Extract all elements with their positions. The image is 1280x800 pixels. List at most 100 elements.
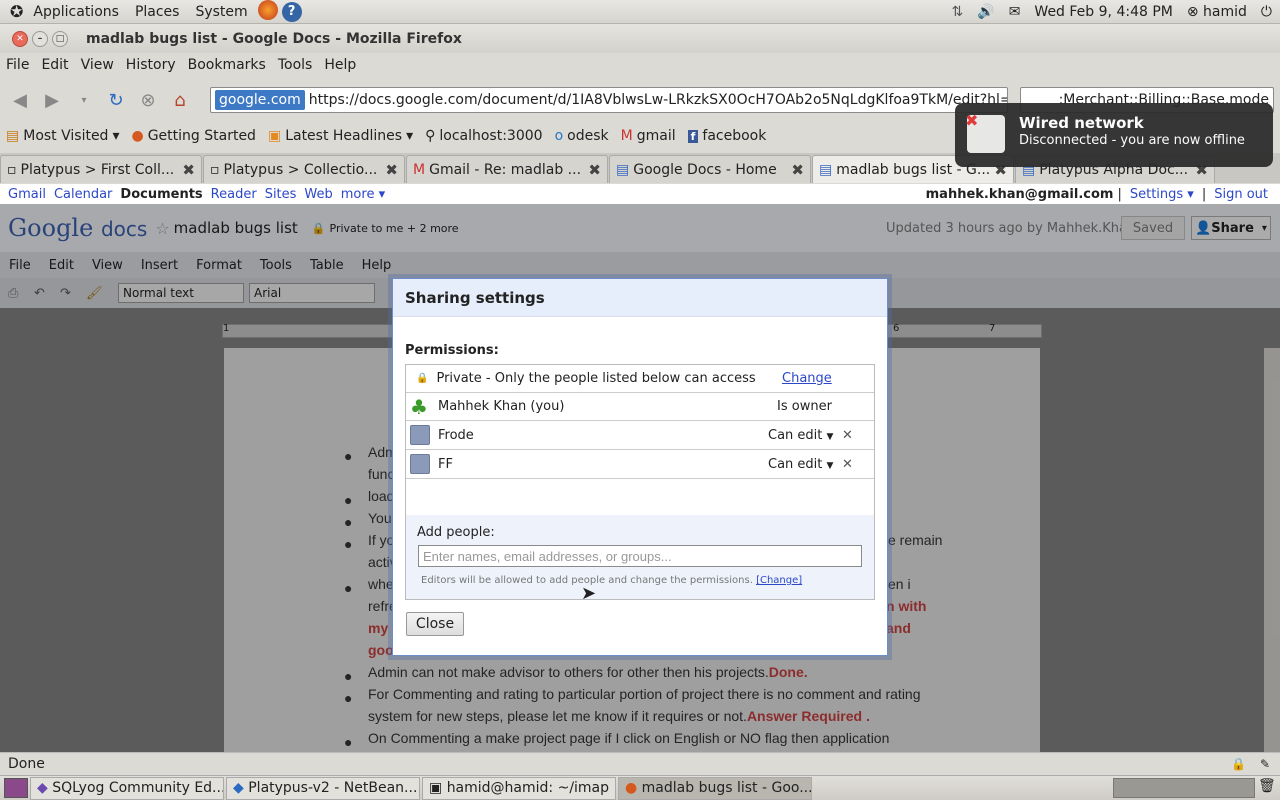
- gmail-icon: M: [413, 161, 426, 178]
- menu-file[interactable]: File: [0, 57, 35, 73]
- tab-close-icon[interactable]: ✖: [588, 161, 601, 179]
- remove-person-icon[interactable]: ✕: [842, 428, 853, 443]
- tab-close-icon[interactable]: ✖: [385, 161, 398, 179]
- gbar-calendar[interactable]: Calendar: [50, 187, 116, 202]
- lock-icon: 🔒: [416, 373, 429, 384]
- tab-label: Google Docs - Home: [633, 161, 777, 178]
- url-bar[interactable]: google.com https://docs.google.com/docum…: [210, 87, 1008, 113]
- reload-icon[interactable]: ↻: [104, 88, 128, 112]
- menu-history[interactable]: History: [120, 57, 182, 73]
- add-people-input[interactable]: Enter names, email addresses, or groups.…: [418, 545, 862, 567]
- remove-person-icon[interactable]: ✕: [842, 457, 853, 472]
- home-icon[interactable]: ⌂: [168, 88, 192, 112]
- facebook-icon: f: [687, 129, 699, 143]
- settings-link[interactable]: Settings ▾: [1126, 187, 1198, 202]
- notification-title: Wired network: [1019, 114, 1144, 132]
- bookmark-gmail[interactable]: Mgmail: [615, 128, 682, 144]
- window-close-icon[interactable]: ✕: [12, 30, 28, 47]
- system-menu[interactable]: System: [189, 4, 253, 20]
- role-value: Can edit: [768, 456, 823, 472]
- page-icon: ▫: [7, 161, 17, 178]
- taskbar-sqlyog[interactable]: ◆ SQLyog Community Ed...: [30, 776, 224, 800]
- menu-help[interactable]: Help: [318, 57, 362, 73]
- chevron-down-icon: ▼: [826, 460, 834, 471]
- dialog-title: Sharing settings: [393, 279, 887, 317]
- network-notification[interactable]: ✖ Wired network Disconnected - you are n…: [955, 103, 1273, 167]
- user-menu[interactable]: ⊗ hamid: [1187, 4, 1247, 20]
- mail-icon[interactable]: ✉: [1009, 4, 1021, 20]
- google-bar: Gmail Calendar Documents Reader Sites We…: [0, 184, 1280, 204]
- change-privacy-link[interactable]: Change: [782, 371, 832, 386]
- editors-change-link[interactable]: [Change]: [756, 575, 802, 586]
- gnome-taskbar: ◆ SQLyog Community Ed... ◆ Platypus-v2 -…: [0, 775, 1280, 800]
- bookmark-most-visited[interactable]: ▤ Most Visited ▾: [0, 128, 125, 144]
- workspace-switcher[interactable]: [1113, 778, 1255, 798]
- window-minimize-icon[interactable]: –: [32, 30, 48, 47]
- taskbar-terminal[interactable]: ▣ hamid@hamid: ~/imap: [422, 776, 616, 800]
- forward-icon[interactable]: ▶: [40, 88, 64, 112]
- trash-icon[interactable]: 🗑: [1258, 778, 1276, 794]
- privacy-row: 🔒 Private - Only the people listed below…: [406, 365, 874, 393]
- tab-platypus-collection[interactable]: ▫ Platypus > Collectio... ✖: [203, 155, 405, 183]
- gbar-gmail[interactable]: Gmail: [4, 187, 50, 202]
- clover-avatar-icon: ♣: [410, 394, 428, 419]
- permissions-list: 🔒 Private - Only the people listed below…: [405, 364, 875, 600]
- ubuntu-logo-icon[interactable]: ✪: [10, 2, 23, 21]
- help-launcher-icon[interactable]: ?: [281, 1, 302, 22]
- tab-close-icon[interactable]: ✖: [182, 161, 195, 179]
- tab-google-docs-home[interactable]: ▤ Google Docs - Home ✖: [609, 155, 811, 183]
- back-icon[interactable]: ◀: [8, 88, 32, 112]
- mouse-cursor-icon: ➤: [581, 583, 597, 604]
- menu-bookmarks[interactable]: Bookmarks: [182, 57, 272, 73]
- taskbar-firefox[interactable]: ● madlab bugs list - Goo...: [618, 776, 812, 800]
- tab-platypus-first[interactable]: ▫ Platypus > First Coll... ✖: [0, 155, 202, 183]
- user-email: mahhek.khan@gmail.com: [925, 186, 1114, 202]
- site-identity[interactable]: google.com: [215, 90, 305, 110]
- url-text: https://docs.google.com/document/d/1IA8V…: [308, 92, 1008, 108]
- bookmark-latest-headlines[interactable]: ▣ Latest Headlines ▾: [262, 128, 419, 144]
- username: hamid: [1203, 4, 1247, 20]
- clock[interactable]: Wed Feb 9, 4:48 PM: [1034, 4, 1172, 20]
- close-button[interactable]: Close: [406, 612, 464, 636]
- firefox-launcher-icon[interactable]: [257, 0, 278, 24]
- window-maximize-icon[interactable]: □: [52, 30, 68, 47]
- bookmark-getting-started[interactable]: ● Getting Started: [125, 128, 261, 144]
- applications-menu[interactable]: Applications: [27, 4, 125, 20]
- tab-close-icon[interactable]: ✖: [791, 161, 804, 179]
- notification-close-icon[interactable]: ✖: [965, 111, 978, 130]
- taskbar-netbeans[interactable]: ◆ Platypus-v2 - NetBean...: [226, 776, 420, 800]
- role-dropdown[interactable]: Can edit ▼: [768, 457, 833, 472]
- menu-tools[interactable]: Tools: [272, 57, 319, 73]
- bookmark-facebook[interactable]: f facebook: [682, 128, 773, 144]
- sqlyog-icon: ◆: [37, 780, 48, 796]
- history-dropdown-icon[interactable]: ▾: [72, 88, 96, 112]
- addon-icon[interactable]: ✎: [1260, 757, 1270, 771]
- gbar-reader[interactable]: Reader: [207, 187, 261, 202]
- firefox-icon: ●: [131, 128, 144, 144]
- power-icon[interactable]: ⏻: [1261, 4, 1272, 20]
- volume-icon[interactable]: 🔊: [977, 4, 994, 20]
- tab-gmail[interactable]: M Gmail - Re: madlab ... ✖: [406, 155, 608, 183]
- notification-body: Disconnected - you are now offline: [1019, 133, 1245, 148]
- stop-icon[interactable]: ⊗: [136, 88, 160, 112]
- terminal-icon: ▣: [429, 780, 443, 796]
- gbar-more[interactable]: more ▾: [337, 187, 389, 202]
- gbar-sites[interactable]: Sites: [261, 187, 301, 202]
- show-desktop-icon[interactable]: [4, 778, 28, 798]
- gbar-documents: Documents: [120, 186, 203, 202]
- network-icon[interactable]: ⇅: [952, 4, 964, 20]
- tool-icon: ⚲: [425, 128, 436, 144]
- bookmark-label: facebook: [702, 128, 767, 144]
- places-menu[interactable]: Places: [129, 4, 186, 20]
- signout-link[interactable]: Sign out: [1210, 187, 1272, 202]
- role-dropdown[interactable]: Can edit ▼: [768, 428, 833, 443]
- person-name: FF: [438, 456, 453, 472]
- bookmark-odesk[interactable]: o odesk: [549, 128, 615, 144]
- menu-view[interactable]: View: [75, 57, 120, 73]
- security-lock-icon[interactable]: 🔒: [1231, 757, 1246, 771]
- gbar-web[interactable]: Web: [300, 187, 336, 202]
- bookmark-localhost[interactable]: ⚲ localhost:3000: [419, 128, 548, 144]
- person-row: FF Can edit ▼ ✕: [406, 450, 874, 479]
- menu-edit[interactable]: Edit: [35, 57, 74, 73]
- task-label: Platypus-v2 - NetBean...: [248, 780, 418, 796]
